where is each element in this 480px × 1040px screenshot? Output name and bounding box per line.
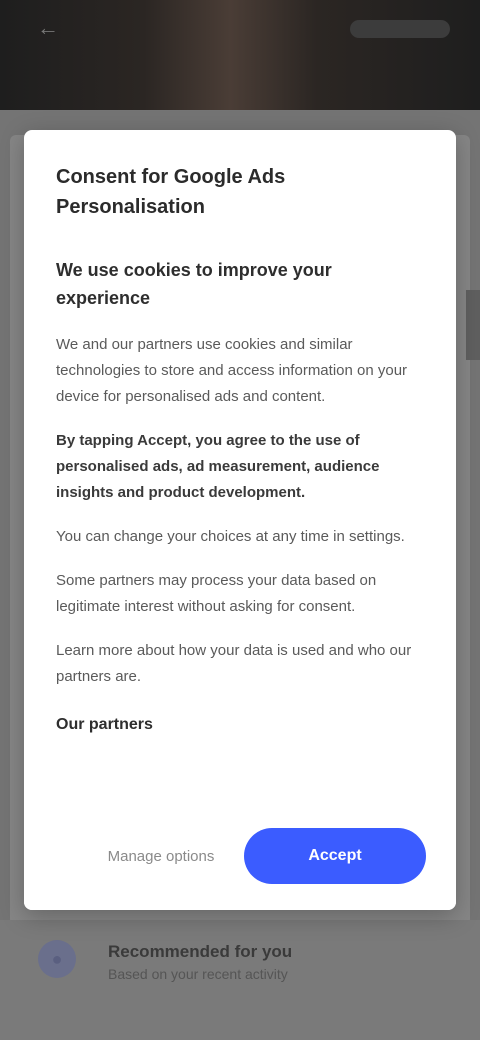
partners-heading: Our partners: [56, 716, 153, 733]
background-item-title: Recommended for you: [108, 942, 293, 961]
profile-icon: ●: [38, 940, 76, 978]
dialog-title: Consent for Google Ads Personalisation: [56, 166, 286, 218]
header-image: [0, 0, 480, 110]
dialog-actions: Manage options Accept: [24, 810, 456, 910]
consent-paragraph: Learn more about how your data is used a…: [56, 642, 412, 685]
manage-options-button[interactable]: Manage options: [76, 828, 246, 884]
dialog-subtitle: We use cookies to improve your experienc…: [56, 260, 332, 308]
header-action-button[interactable]: [350, 20, 450, 38]
consent-paragraph: By tapping Accept, you agree to the use …: [56, 428, 426, 506]
consent-paragraph: Some partners may process your data base…: [56, 572, 377, 615]
consent-dialog: Consent for Google Ads Personalisation W…: [24, 130, 456, 910]
back-arrow-icon[interactable]: ←: [30, 17, 66, 39]
consent-dialog-scroll[interactable]: Consent for Google Ads Personalisation W…: [24, 130, 456, 830]
background-item-subtitle: Based on your recent activity: [108, 966, 288, 982]
accept-button[interactable]: Accept: [244, 828, 426, 884]
consent-paragraph-emphasis: By tapping Accept, you agree to the use …: [56, 432, 380, 501]
background-scroll-indicator: [466, 290, 480, 360]
consent-paragraph: You can change your choices at any time …: [56, 528, 405, 545]
consent-paragraph: We and our partners use cookies and simi…: [56, 336, 408, 405]
